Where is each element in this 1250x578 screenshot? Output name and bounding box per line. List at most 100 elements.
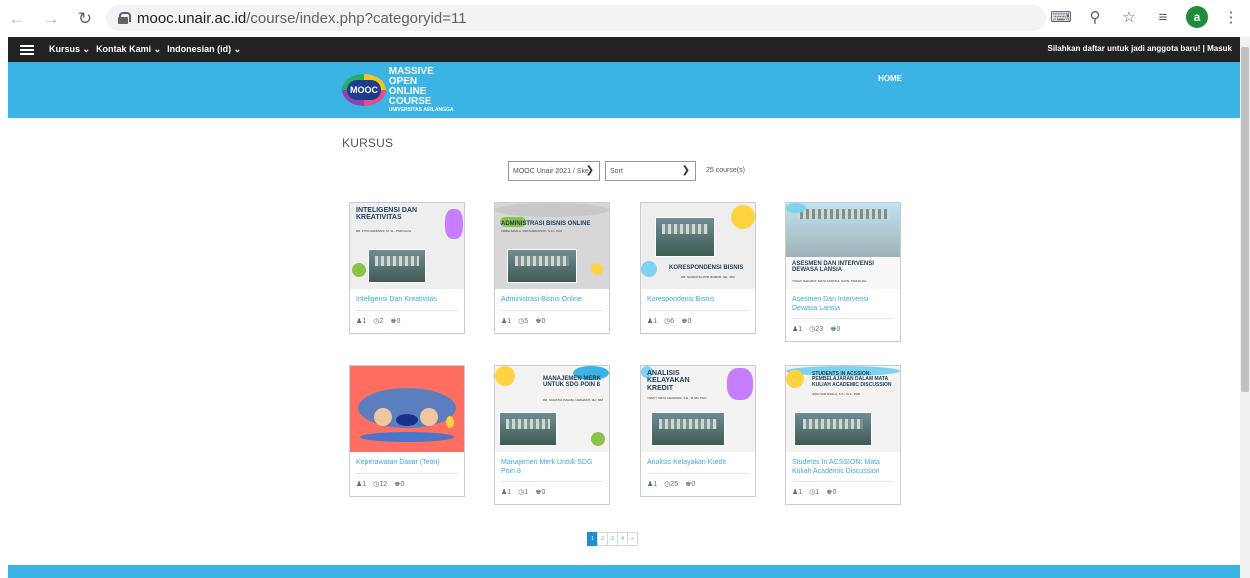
mooc-logo[interactable]: MOOC MASSIVE OPEN ONLINE COURSE UNIVERSI… (340, 67, 460, 113)
course-name[interactable]: Inteligensi Dan Kreativitas (356, 295, 458, 305)
forward-arrow-icon[interactable]: → (40, 8, 62, 30)
groups-count: ♚0 (535, 318, 546, 325)
page-scrollbar[interactable] (1240, 37, 1250, 578)
pagination: 1 2 3 4 » (587, 532, 638, 546)
students-count: ♟1 (792, 489, 803, 497)
students-count: ♟1 (501, 318, 512, 325)
zoom-icon[interactable]: ⚲ (1084, 6, 1106, 28)
groups-value: 0 (541, 489, 546, 497)
thumb-subtitle: FIRDA SAVILA, DWI DAMAYANTI, S.Kl., M.M (501, 229, 562, 233)
back-arrow-icon[interactable]: ← (6, 8, 28, 30)
thumb-title: Korespondensi Bisnis (669, 265, 744, 271)
thumb-subtitle: YUSUF NAFARAT, MAYA KARTIKA, M.PSI.,PSIK… (792, 279, 867, 283)
lock-icon (118, 12, 131, 24)
groups-count: ♚0 (826, 489, 837, 497)
lessons-count: ◷1 (518, 489, 529, 497)
lessons-count: ◷1 (809, 489, 820, 497)
students-count: ♟1 (792, 326, 803, 334)
course-name[interactable]: Students In ACSSION: Mata Kuliah Academi… (792, 458, 894, 476)
nav-language[interactable]: Indonesian (id) ⌄ (167, 44, 241, 55)
lessons-count: ◷6 (664, 318, 675, 325)
course-card[interactable]: Korespondensi Bisnis DR. NURFATIH POR ID… (640, 202, 756, 334)
course-thumbnail[interactable] (350, 366, 464, 452)
course-thumbnail[interactable]: Asesmen dan Intervensi Dewasa Lansia YUS… (786, 203, 900, 289)
next-page-button[interactable]: » (627, 532, 638, 546)
thumb-subtitle: DR. NURATIH ISNAINI, HIMAWATI, MA, MM (543, 398, 603, 402)
scrollbar-thumb[interactable] (1241, 47, 1249, 392)
sort-select[interactable]: Sort ❯ (605, 161, 696, 181)
lessons-value: 1 (815, 489, 820, 497)
category-select-value: MOOC Unair 2021 / Ske (513, 167, 589, 175)
students-value: 1 (362, 481, 367, 488)
lessons-count: ◷25 (664, 481, 679, 488)
thumb-title: Analisis Kelayakan Kredit (647, 370, 690, 392)
course-thumbnail[interactable]: Korespondensi Bisnis DR. NURFATIH POR ID… (641, 203, 755, 289)
translate-icon[interactable]: ⌨ (1050, 6, 1072, 28)
students-count: ♟1 (356, 318, 367, 325)
course-card[interactable]: Inteligensi dan Kreativitas DR. FITRI AN… (349, 202, 465, 334)
course-stats: ♟1 ◷1 ♚0 (501, 488, 603, 496)
students-value: 1 (798, 489, 803, 497)
course-name[interactable]: Keperawatan Dasar (Teori) (356, 458, 458, 468)
browser-actions: ⌨ ⚲ ☆ ≡ a ⋮ (1050, 6, 1242, 28)
course-name[interactable]: Manajemen Merk Untuk SDG Poin 8 (501, 458, 603, 476)
course-stats: ♟1 ◷2 ♚0 (356, 317, 458, 325)
browser-toolbar: ← → ↻ mooc.unair.ac.id/course/index.php?… (0, 0, 1250, 37)
lessons-value: 6 (670, 318, 675, 325)
building-photo (651, 412, 725, 446)
students-count: ♟1 (501, 489, 512, 497)
lessons-value: 23 (815, 326, 824, 334)
groups-value: 0 (400, 481, 405, 488)
logo-line-3: UNIVERSITAS AIRLANGGA (388, 107, 454, 113)
groups-count: ♚0 (681, 318, 692, 325)
course-card[interactable]: Manajemen Merk untuk SDG Poin 8 DR. NURA… (494, 365, 610, 506)
course-name[interactable]: Korespondensi Bisnis (647, 295, 749, 305)
course-name[interactable]: Analisis Kelayakan Kredit (647, 458, 749, 468)
lessons-count: ◷23 (809, 326, 824, 334)
menu-kebab-icon[interactable]: ⋮ (1220, 6, 1242, 28)
course-card[interactable]: Students in Acssion: Pembelajaran dalam … (785, 365, 901, 506)
course-card[interactable]: Keperawatan Dasar (Teori) ♟1 ◷12 ♚0 (349, 365, 465, 497)
lessons-value: 12 (379, 481, 388, 488)
course-thumbnail[interactable]: Manajemen Merk untuk SDG Poin 8 DR. NURA… (495, 366, 609, 452)
course-count: 25 course(s) (706, 167, 745, 174)
nav-kontak-kami[interactable]: Kontak Kami ⌄ (96, 44, 161, 55)
lessons-count: ◷2 (373, 318, 384, 325)
course-name[interactable]: Administrasi Bisnis Online (501, 295, 603, 305)
course-thumbnail[interactable]: Administrasi Bisnis Online FIRDA SAVILA,… (495, 203, 609, 289)
thumb-subtitle: IKRA NUR NAHLA, S.S., M.A., PHD (812, 392, 861, 396)
home-link[interactable]: HOME (878, 74, 902, 83)
course-thumbnail[interactable]: Analisis Kelayakan Kredit YENNY MAYA CHA… (641, 366, 755, 452)
course-thumbnail[interactable]: Inteligensi dan Kreativitas DR. FITRI AN… (350, 203, 464, 289)
course-card[interactable]: Asesmen dan Intervensi Dewasa Lansia YUS… (785, 202, 901, 343)
address-bar[interactable]: mooc.unair.ac.id/course/index.php?catego… (106, 5, 1046, 31)
reading-list-icon[interactable]: ≡ (1152, 6, 1174, 28)
course-stats: ♟1 ◷5 ♚0 (501, 317, 603, 325)
site-footer (8, 565, 1240, 578)
chevron-down-icon: ❯ (681, 165, 690, 176)
lessons-count: ◷12 (373, 481, 388, 488)
course-name[interactable]: Asesmen Dan Intervensi Dewasa Lansia (792, 295, 894, 313)
site-header: MOOC MASSIVE OPEN ONLINE COURSE UNIVERSI… (8, 62, 1240, 118)
students-value: 1 (653, 481, 658, 488)
groups-count: ♚0 (535, 489, 546, 497)
course-thumbnail[interactable]: Students in Acssion: Pembelajaran dalam … (786, 366, 900, 452)
thumb-subtitle: YENNY MAYA CHANDRA, S.E., M.SM.,PHD (647, 396, 707, 400)
hamburger-menu-icon[interactable] (20, 44, 34, 55)
thumb-title: Asesmen dan Intervensi Dewasa Lansia (792, 261, 874, 274)
login-signup-link[interactable]: Silahkan daftar untuk jadi anggota baru!… (1048, 44, 1233, 53)
course-card[interactable]: Administrasi Bisnis Online FIRDA SAVILA,… (494, 202, 610, 334)
nav-kursus[interactable]: Kursus ⌄ (49, 44, 90, 55)
sort-select-value: Sort (610, 167, 623, 175)
logo-line-2: ONLINE COURSE (388, 86, 432, 107)
profile-avatar[interactable]: a (1186, 6, 1208, 28)
category-select[interactable]: MOOC Unair 2021 / Ske ❯ (508, 161, 600, 181)
star-icon[interactable]: ☆ (1118, 6, 1140, 28)
groups-count: ♚0 (830, 326, 841, 334)
thumb-subtitle: DR. FITRI ANDRIANI, M. SI., PSIKOLOG (356, 229, 412, 233)
course-card[interactable]: Analisis Kelayakan Kredit YENNY MAYA CHA… (640, 365, 756, 497)
students-value: 1 (653, 318, 658, 325)
url-text: mooc.unair.ac.id/course/index.php?catego… (137, 10, 467, 27)
reload-icon[interactable]: ↻ (74, 8, 96, 30)
students-value: 1 (362, 318, 367, 325)
